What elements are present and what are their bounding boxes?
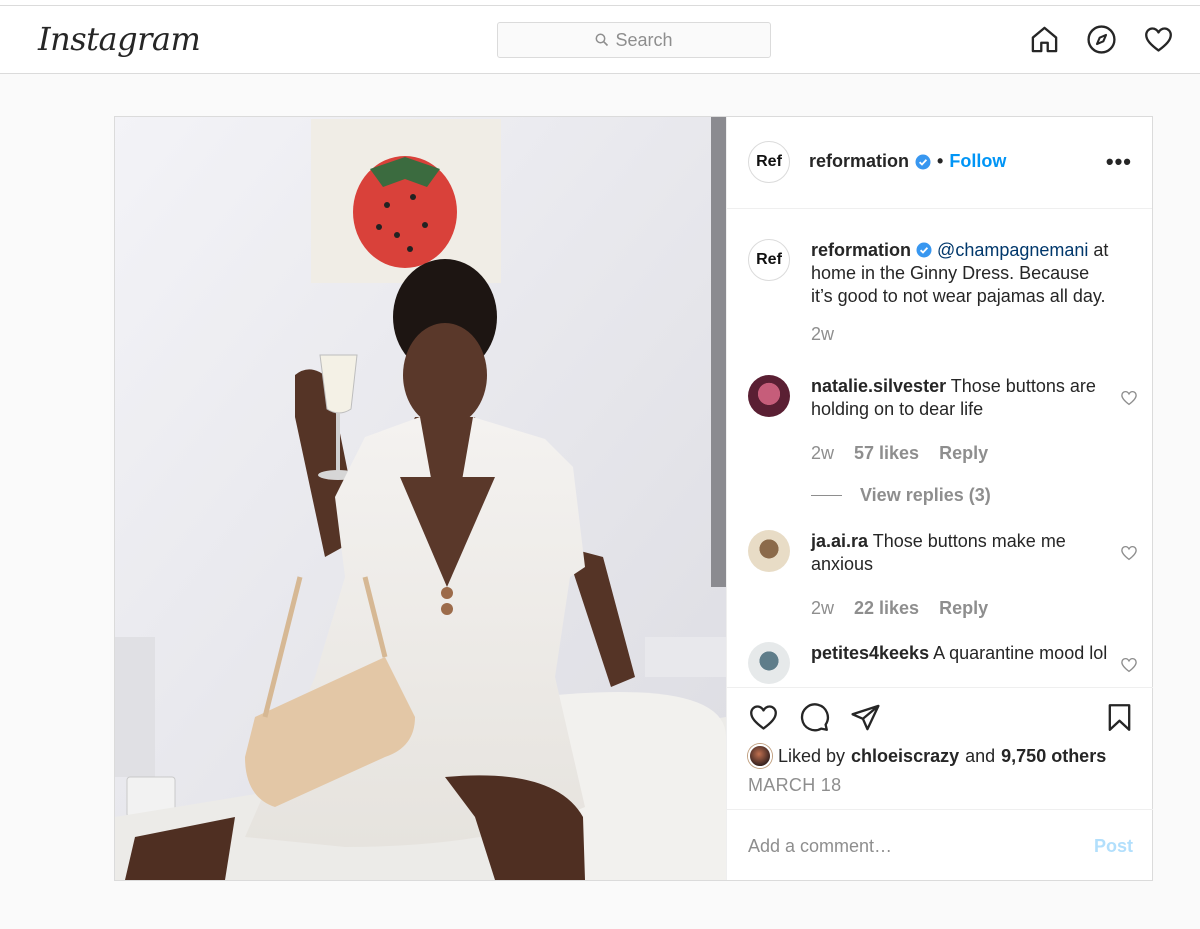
verified-badge-icon [916,242,932,258]
reply-button[interactable]: Reply [939,443,988,464]
liked-prefix: Liked by [778,745,846,766]
post-sidebar: Ref reformation • Follow ••• Ref reforma… [726,117,1153,880]
comment-time[interactable]: 2w [811,598,834,619]
comment-avatar[interactable] [748,642,790,684]
avatar[interactable]: Ref [748,141,790,183]
comment-bubble-icon[interactable] [799,702,830,733]
like-comment-heart-icon[interactable] [1120,656,1138,674]
comment-avatar[interactable] [748,530,790,572]
comment-time[interactable]: 2w [811,443,834,464]
post-header: Ref reformation • Follow ••• [727,117,1152,209]
post-comment-button[interactable]: Post [1094,836,1133,857]
comment-username[interactable]: natalie.silvester [811,376,946,396]
share-send-icon[interactable] [850,702,881,733]
search-input[interactable]: Search [497,22,771,58]
like-comment-heart-icon[interactable] [1120,544,1138,562]
search-icon [596,33,609,47]
comment-likes[interactable]: 57 likes [854,443,919,464]
post-photo[interactable] [115,117,726,880]
likes-count[interactable]: 9,750 others [1001,746,1106,767]
add-comment-input[interactable] [748,830,1068,862]
liked-and: and [965,745,996,766]
comment-username[interactable]: petites4keeks [811,643,929,663]
save-bookmark-icon[interactable] [1104,702,1135,733]
replies-divider [811,495,842,496]
separator-dot: • [937,151,944,171]
instagram-logo[interactable]: Instagram [38,20,201,58]
caption-time[interactable]: 2w [811,324,834,345]
liker-avatar[interactable] [748,744,772,768]
view-replies-label: View replies (3) [860,485,991,505]
mention-link[interactable]: @champagnemani [937,240,1088,260]
search-placeholder: Search [615,29,673,50]
caption-username[interactable]: reformation [811,240,911,260]
reply-button[interactable]: Reply [939,598,988,619]
comments-list[interactable]: Ref reformation @champagnemani at home i… [727,209,1153,687]
top-navigation-bar: Instagram Search [0,6,1200,74]
comment-text: A quarantine mood lol [929,643,1108,663]
post-date[interactable]: MARCH 18 [748,775,841,796]
like-comment-heart-icon[interactable] [1120,389,1138,407]
post-actions: Liked by chloeiscrazy and 9,750 others M… [727,687,1153,809]
liked-by-summary: Liked by chloeiscrazy and 9,750 others [748,744,1106,768]
activity-heart-icon[interactable] [1143,24,1174,55]
add-comment-section: Post [727,809,1153,880]
view-replies-button[interactable]: View replies (3) [811,485,991,506]
explore-compass-icon[interactable] [1086,24,1117,55]
more-options-icon[interactable]: ••• [1106,149,1132,175]
comment-likes[interactable]: 22 likes [854,598,919,619]
comment-username[interactable]: ja.ai.ra [811,531,868,551]
liker-username[interactable]: chloeiscrazy [851,746,959,767]
verified-badge-icon [915,154,931,169]
caption-avatar[interactable]: Ref [748,239,790,281]
post-author-username[interactable]: reformation [809,151,909,172]
follow-button[interactable]: Follow [949,151,1006,172]
post-card: Ref reformation • Follow ••• Ref reforma… [114,116,1153,881]
home-icon[interactable] [1029,24,1060,55]
like-heart-icon[interactable] [748,702,779,733]
comment-avatar[interactable] [748,375,790,417]
